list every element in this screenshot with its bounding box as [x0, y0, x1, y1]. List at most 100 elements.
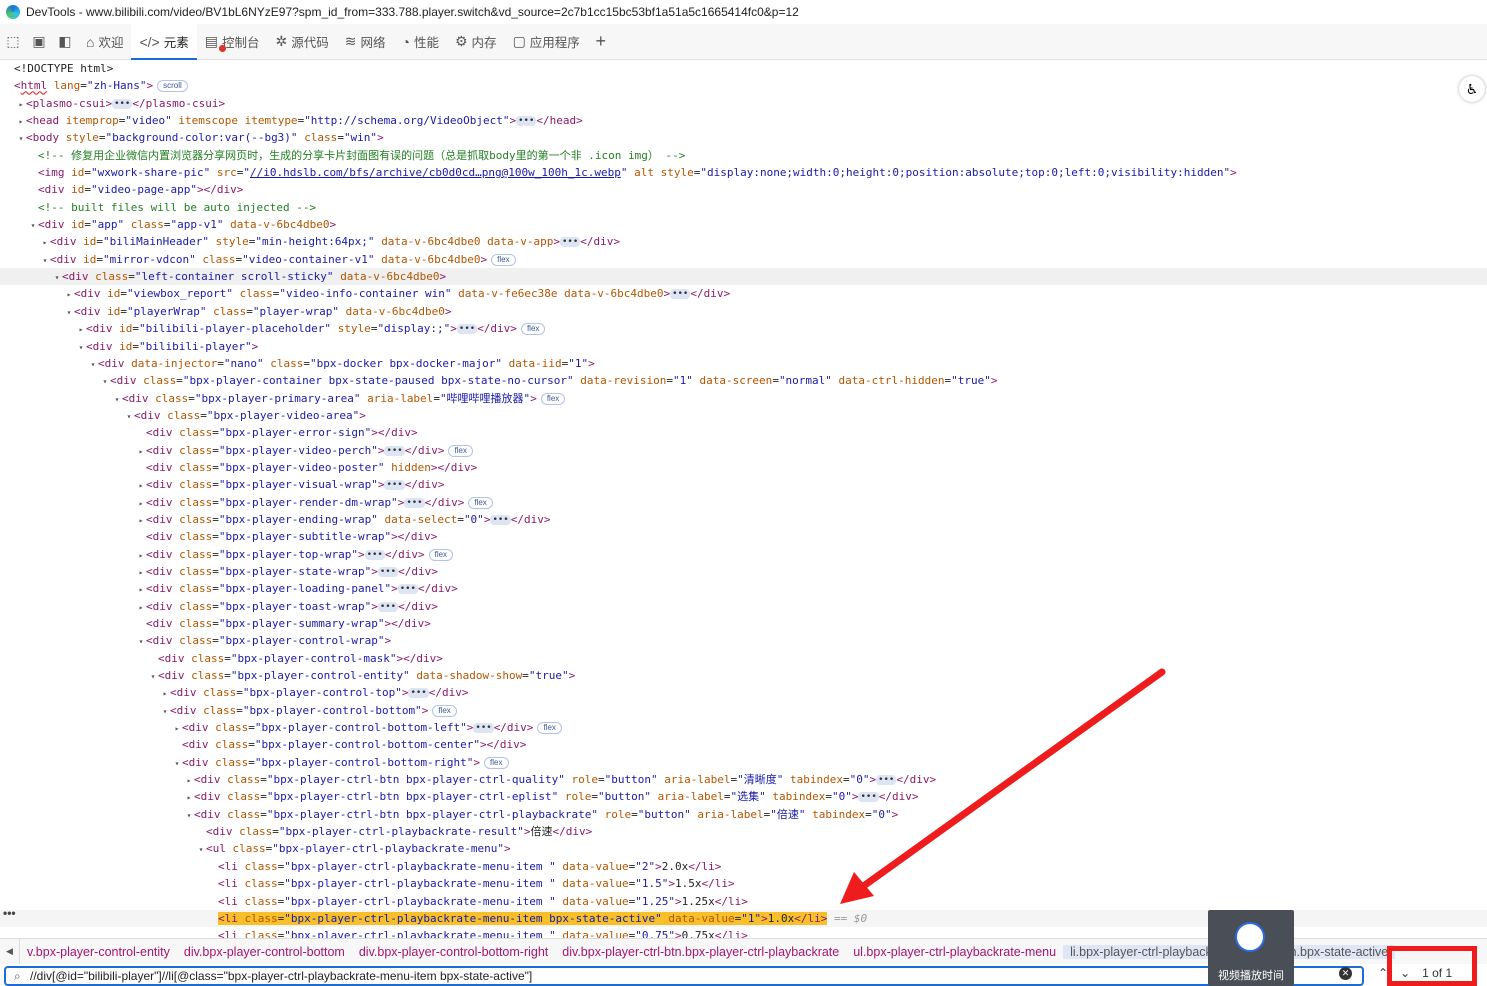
- layout-badge[interactable]: flex: [428, 548, 454, 561]
- expand-icon[interactable]: ▸: [184, 789, 194, 806]
- expand-icon[interactable]: ▸: [184, 772, 194, 789]
- dom-node-line[interactable]: ▾ <ul class="bpx-player-ctrl-playbackrate…: [0, 840, 1487, 857]
- dom-node-line[interactable]: <li class="bpx-player-ctrl-playbackrate-…: [0, 893, 1487, 910]
- dom-node-line[interactable]: ▸ <div id="biliMainHeader" style="min-hei…: [0, 233, 1487, 250]
- dom-node-line[interactable]: <div id="video-page-app"></div>: [0, 181, 1487, 198]
- dom-node-line[interactable]: ▸ <div class="bpx-player-ctrl-btn bpx-pla…: [0, 788, 1487, 805]
- dom-node-line[interactable]: <div class="bpx-player-control-mask"></d…: [0, 650, 1487, 667]
- dom-node-line[interactable]: <div class="bpx-player-subtitle-wrap"></…: [0, 528, 1487, 545]
- expand-icon[interactable]: ▸: [76, 321, 86, 338]
- layout-badge[interactable]: scroll: [157, 80, 188, 93]
- layout-badge[interactable]: flex: [432, 704, 457, 717]
- dom-node-line[interactable]: ▸ <div class="bpx-player-control-top"> •••…: [0, 684, 1487, 701]
- dom-node-line[interactable]: ▸ <div class="bpx-player-top-wrap"> ••• </d…: [0, 546, 1487, 563]
- dom-node-line[interactable]: <li class="bpx-player-ctrl-playbackrate-…: [0, 875, 1487, 892]
- dom-node-line[interactable]: ▸ <div class="bpx-player-ending-wrap" dat…: [0, 511, 1487, 528]
- dom-node-line[interactable]: ▾ <div class="bpx-player-primary-area" ar…: [0, 390, 1487, 407]
- expand-icon[interactable]: ▸: [172, 720, 182, 737]
- dom-node-line[interactable]: ▾ <div class="bpx-player-control-wrap">: [0, 632, 1487, 649]
- expand-icon[interactable]: ▸: [40, 234, 50, 251]
- expand-icon[interactable]: ▸: [16, 113, 26, 130]
- search-input[interactable]: [30, 969, 1330, 983]
- dom-node-line[interactable]: ▾ <div class="bpx-player-control-bottom-r…: [0, 754, 1487, 771]
- collapse-icon[interactable]: ▾: [52, 269, 62, 286]
- dom-node-line[interactable]: ▸ <div class="bpx-player-loading-panel"> •…: [0, 580, 1487, 597]
- more-tools-icon[interactable]: +: [588, 30, 614, 54]
- dom-node-line[interactable]: ▸ <div id="viewbox_report" class="video-i…: [0, 285, 1487, 302]
- collapse-icon[interactable]: ▾: [112, 391, 122, 408]
- breadcrumb-item[interactable]: div.bpx-player-control-bottom-right: [352, 945, 555, 959]
- accessibility-icon[interactable]: ♿: [1459, 76, 1485, 102]
- tab-2[interactable]: ▤ 控制台: [197, 24, 268, 60]
- expand-icon[interactable]: ▸: [136, 581, 146, 598]
- dock-icon[interactable]: ◧: [52, 30, 78, 54]
- dom-node-line[interactable]: ▸ <div class="bpx-player-control-bottom-l…: [0, 719, 1487, 736]
- dom-node-line[interactable]: ▸ <plasmo-csui> ••• </plasmo-csui>: [0, 95, 1487, 112]
- clear-search-icon[interactable]: ✕: [1339, 967, 1352, 980]
- dom-node-line[interactable]: ▾ <div class="left-container scroll-stick…: [0, 268, 1487, 286]
- expand-icon[interactable]: ▸: [64, 286, 74, 303]
- layout-badge[interactable]: flex: [484, 756, 509, 769]
- dom-node-line[interactable]: ▸ <div class="bpx-player-video-perch"> •••…: [0, 442, 1487, 459]
- collapse-icon[interactable]: ▾: [40, 252, 50, 269]
- elements-tree[interactable]: <!DOCTYPE html> <html lang="zh-Hans"> scro…: [0, 60, 1487, 938]
- tab-3[interactable]: ✲ 源代码: [268, 24, 337, 60]
- dom-node-line[interactable]: ▾ <div class="bpx-player-control-entity" …: [0, 667, 1487, 684]
- tab-0[interactable]: ⌂ 欢迎: [78, 24, 131, 60]
- expand-icon[interactable]: ▸: [136, 547, 146, 564]
- dom-node-line[interactable]: ▾ <div class="bpx-player-container bpx-st…: [0, 372, 1487, 389]
- expand-icon[interactable]: ▸: [136, 495, 146, 512]
- dom-node-line[interactable]: <div class="bpx-player-control-bottom-ce…: [0, 736, 1487, 753]
- dom-node-line[interactable]: ▸ <div class="bpx-player-ctrl-btn bpx-pla…: [0, 771, 1487, 788]
- dom-node-line[interactable]: ▸ <head itemprop="video" itemscope itemty…: [0, 112, 1487, 129]
- dom-node-line[interactable]: <html lang="zh-Hans"> scroll: [0, 77, 1487, 94]
- expand-icon[interactable]: ▸: [136, 477, 146, 494]
- expand-icon[interactable]: ▸: [136, 564, 146, 581]
- collapse-icon[interactable]: ▾: [100, 373, 110, 390]
- dom-node-line[interactable]: ▸ <div class="bpx-player-visual-wrap"> •••…: [0, 476, 1487, 493]
- collapse-icon[interactable]: ▾: [16, 130, 26, 147]
- collapse-icon[interactable]: ▾: [160, 703, 170, 720]
- dom-node-line[interactable]: ▾ <div id="bilibili-player">: [0, 338, 1487, 355]
- expand-icon[interactable]: ▸: [136, 512, 146, 529]
- layout-badge[interactable]: flex: [520, 323, 546, 336]
- collapse-icon[interactable]: ▾: [136, 633, 146, 650]
- dom-node-line[interactable]: ▸ <div class="bpx-player-toast-wrap"> ••• <…: [0, 598, 1487, 615]
- video-time-popup[interactable]: 视频播放时间: [1208, 910, 1294, 986]
- dom-node-line[interactable]: ▸ <div class="bpx-player-render-dm-wrap">…: [0, 494, 1487, 511]
- tab-7[interactable]: ▢ 应用程序: [505, 24, 588, 60]
- dom-node-line[interactable]: ▾ <body style="background-color:var(--bg3…: [0, 129, 1487, 146]
- tab-4[interactable]: ≋ 网络: [337, 24, 394, 60]
- dom-node-line[interactable]: <li class="bpx-player-ctrl-playbackrate-…: [0, 858, 1487, 875]
- layout-badge[interactable]: flex: [468, 496, 493, 509]
- dom-node-line[interactable]: <div class="bpx-player-error-sign"></div…: [0, 424, 1487, 441]
- layout-badge[interactable]: flex: [448, 444, 473, 457]
- collapse-icon[interactable]: ▾: [28, 217, 38, 234]
- dom-node-line[interactable]: ▾ <div class="bpx-player-video-area">: [0, 407, 1487, 424]
- tab-6[interactable]: ⚙ 内存: [447, 24, 505, 60]
- dom-node-line[interactable]: ▾ <div id="app" class="app-v1" data-v-6bc…: [0, 216, 1487, 233]
- breadcrumb-item[interactable]: ul.bpx-player-ctrl-playbackrate-menu: [846, 945, 1063, 959]
- dom-node-line[interactable]: ▾ <div id="mirror-vdcon" class="video-con…: [0, 251, 1487, 268]
- layout-badge[interactable]: flex: [491, 253, 516, 266]
- dom-node-line[interactable]: ▾ <div id="playerWrap" class="player-wrap…: [0, 303, 1487, 320]
- collapse-icon[interactable]: ▾: [172, 755, 182, 772]
- inspect-icon[interactable]: ⬚: [0, 30, 26, 54]
- expand-icon[interactable]: ▸: [16, 96, 26, 113]
- dom-node-line[interactable]: ▸ <div id="bilibili-player-placeholder" s…: [0, 320, 1487, 337]
- dom-node-line[interactable]: ▾ <div class="bpx-player-ctrl-btn bpx-pla…: [0, 806, 1487, 823]
- collapse-icon[interactable]: ▾: [64, 304, 74, 321]
- tab-5[interactable]: ◔ 性能: [394, 24, 447, 60]
- dom-node-line[interactable]: <div class="bpx-player-ctrl-playbackrate…: [0, 823, 1487, 840]
- layout-badge[interactable]: flex: [537, 722, 562, 735]
- collapse-icon[interactable]: ▾: [148, 668, 158, 685]
- collapse-icon[interactable]: ▾: [76, 339, 86, 356]
- breadcrumb-item[interactable]: v.bpx-player-control-entity: [20, 945, 177, 959]
- collapse-icon[interactable]: ▾: [184, 807, 194, 824]
- tab-1[interactable]: </> 元素: [131, 23, 198, 60]
- device-emulation-icon[interactable]: ▣: [26, 30, 52, 54]
- collapse-icon[interactable]: ▾: [124, 408, 134, 425]
- dom-node-line[interactable]: ▸ <div class="bpx-player-state-wrap"> ••• <…: [0, 563, 1487, 580]
- expand-icon[interactable]: ▸: [136, 443, 146, 460]
- dom-node-line[interactable]: ▾ <div data-injector="nano" class="bpx-do…: [0, 355, 1487, 372]
